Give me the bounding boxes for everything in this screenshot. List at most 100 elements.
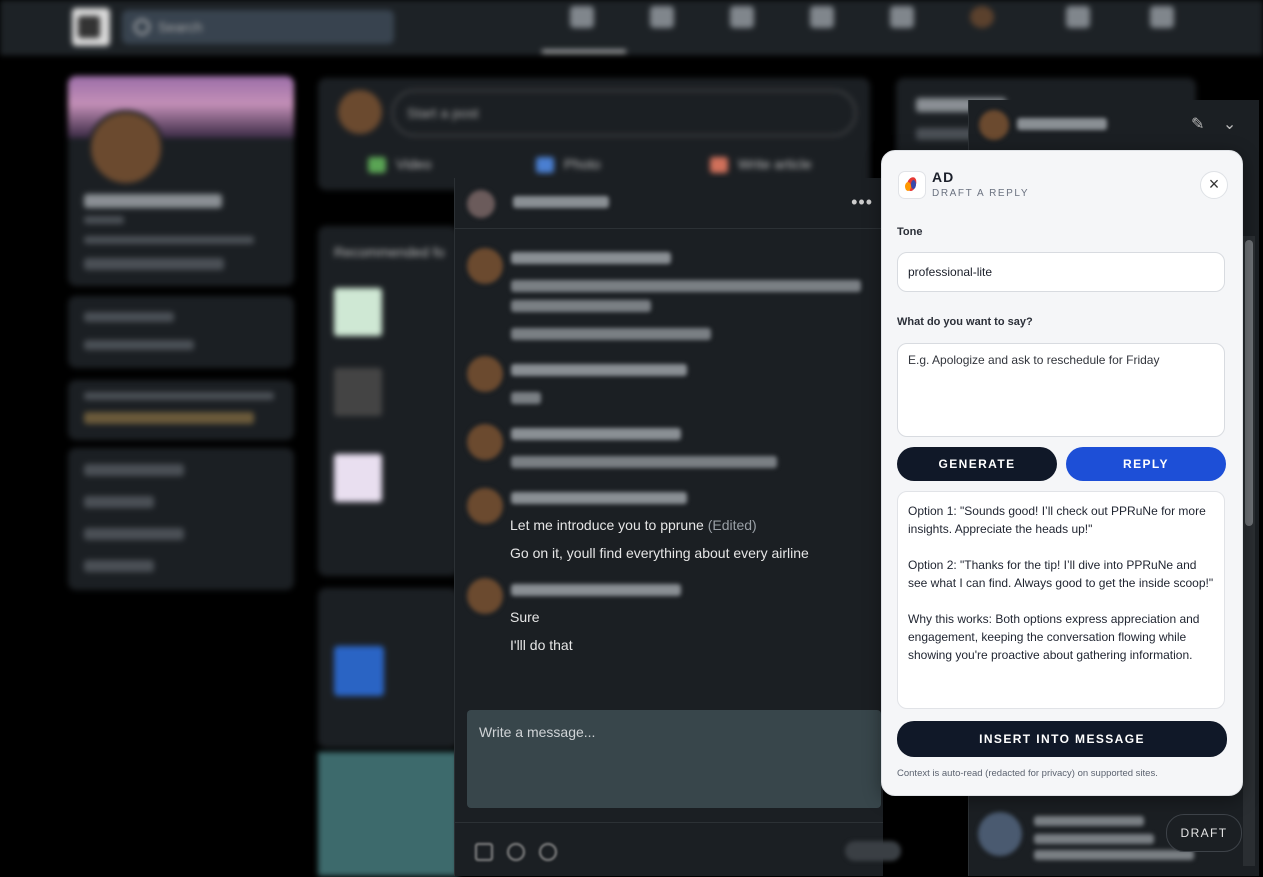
linkedin-page-logo xyxy=(334,646,384,696)
conversation-blurred xyxy=(1034,834,1154,844)
search-icon xyxy=(134,19,150,35)
linkedin-logo[interactable] xyxy=(72,8,110,46)
premium-icon xyxy=(1150,6,1174,28)
privacy-note: Context is auto-read (redacted for priva… xyxy=(897,768,1158,779)
shortcuts-card xyxy=(68,448,294,590)
nav-premium[interactable] xyxy=(1132,6,1192,34)
nav-selected-indicator xyxy=(542,50,626,53)
say-textarea[interactable] xyxy=(897,343,1225,437)
message-composer[interactable]: Write a message... xyxy=(467,710,881,808)
conversation-blurred xyxy=(1034,816,1144,826)
nav-messaging[interactable] xyxy=(792,6,852,34)
message-avatar xyxy=(467,356,503,392)
generate-button[interactable]: GENERATE xyxy=(897,447,1057,481)
message-blurred xyxy=(511,392,541,404)
edit-icon[interactable]: ✎ xyxy=(1191,116,1204,133)
say-label: What do you want to say? xyxy=(897,316,1033,328)
message-text: Sure xyxy=(510,609,540,625)
output-option-2: Option 2: "Thanks for the tip! I’ll dive… xyxy=(908,558,1214,590)
close-icon[interactable]: × xyxy=(1200,171,1228,199)
avatar xyxy=(970,6,994,28)
scrollbar[interactable] xyxy=(1243,236,1255,866)
scrollbar-thumb[interactable] xyxy=(1245,240,1253,526)
profile-location xyxy=(84,236,254,244)
conversation-blurred xyxy=(1034,850,1194,860)
chat-contact-name[interactable] xyxy=(513,196,609,208)
start-post-button[interactable]: Start a post xyxy=(392,90,856,136)
feed-item-card xyxy=(318,588,458,748)
tone-label: Tone xyxy=(897,226,923,238)
send-button[interactable] xyxy=(845,841,901,861)
grid-icon xyxy=(1066,6,1090,28)
image-icon[interactable] xyxy=(475,843,493,861)
message-avatar xyxy=(467,488,503,524)
message-sender xyxy=(511,584,681,596)
emoji-icon[interactable] xyxy=(539,843,557,861)
conversation-avatar xyxy=(978,812,1022,856)
flame-icon xyxy=(898,171,926,199)
nav-jobs[interactable] xyxy=(712,6,772,34)
briefcase-icon xyxy=(730,6,754,28)
panel-title: AD xyxy=(932,169,955,185)
top-nav: Search xyxy=(0,0,1263,55)
message-sender xyxy=(511,252,671,264)
message-blurred xyxy=(511,328,711,340)
message-text: Let me introduce you to pprune (Edited) xyxy=(510,517,757,533)
chat-window: ••• Let me introduce you to pprune (Edit… xyxy=(454,178,901,877)
chat-header[interactable]: ••• xyxy=(455,178,883,229)
message-blurred xyxy=(511,300,651,312)
messaging-avatar xyxy=(979,110,1009,140)
profile-card xyxy=(68,76,294,286)
start-post-label: Start a post xyxy=(407,105,479,121)
message-blurred xyxy=(511,280,861,292)
nav-me[interactable] xyxy=(952,6,1012,34)
profile-school xyxy=(84,258,224,270)
tone-input[interactable]: professional-lite xyxy=(897,252,1225,292)
profile-name xyxy=(84,194,222,208)
nav-home[interactable] xyxy=(552,6,612,34)
chevron-down-icon[interactable]: ⌄ xyxy=(1223,116,1236,133)
message-avatar xyxy=(467,424,503,460)
home-icon xyxy=(570,6,594,28)
recommended-card: Recommended fo xyxy=(318,226,458,576)
post-avatar xyxy=(338,90,382,134)
write-article-button[interactable]: Write article xyxy=(710,156,812,174)
search-box[interactable]: Search xyxy=(122,10,394,44)
rec-thumb xyxy=(334,454,382,502)
attach-icon[interactable] xyxy=(507,843,525,861)
profile-avatar[interactable] xyxy=(88,110,164,186)
reply-button[interactable]: REPLY xyxy=(1066,447,1226,481)
messaging-icon xyxy=(810,6,834,28)
composer-placeholder: Write a message... xyxy=(479,724,596,740)
network-icon xyxy=(650,6,674,28)
search-placeholder: Search xyxy=(158,19,203,35)
messaging-title xyxy=(1017,118,1107,130)
message-text: Go on it, youll find everything about ev… xyxy=(510,545,809,561)
output-explanation: Why this works: Both options express app… xyxy=(908,612,1200,662)
feed-image xyxy=(318,752,458,876)
nav-notifications[interactable] xyxy=(872,6,932,34)
nav-network[interactable] xyxy=(632,6,692,34)
composer-toolbar xyxy=(455,822,901,877)
profile-stats-card xyxy=(68,296,294,368)
photo-button[interactable]: Photo xyxy=(536,156,601,174)
chat-contact-avatar[interactable] xyxy=(467,190,495,218)
edited-tag: (Edited) xyxy=(707,517,757,533)
more-icon[interactable]: ••• xyxy=(851,192,873,213)
insert-into-message-button[interactable]: INSERT INTO MESSAGE xyxy=(897,721,1227,757)
message-sender xyxy=(511,492,687,504)
draft-button[interactable]: DRAFT xyxy=(1166,814,1242,852)
article-icon xyxy=(710,157,728,174)
recommended-heading: Recommended fo xyxy=(334,244,445,260)
video-button[interactable]: Video xyxy=(368,156,432,174)
message-avatar xyxy=(467,578,503,614)
nav-business[interactable] xyxy=(1048,6,1108,34)
message-blurred xyxy=(511,456,777,468)
panel-subtitle: DRAFT A REPLY xyxy=(932,188,1030,199)
rec-thumb xyxy=(334,368,382,416)
start-post-card: Start a post Video Photo Write article xyxy=(318,78,870,190)
rec-thumb xyxy=(334,288,382,336)
video-icon xyxy=(368,157,386,174)
photo-icon xyxy=(536,157,554,174)
message-avatar xyxy=(467,248,503,284)
